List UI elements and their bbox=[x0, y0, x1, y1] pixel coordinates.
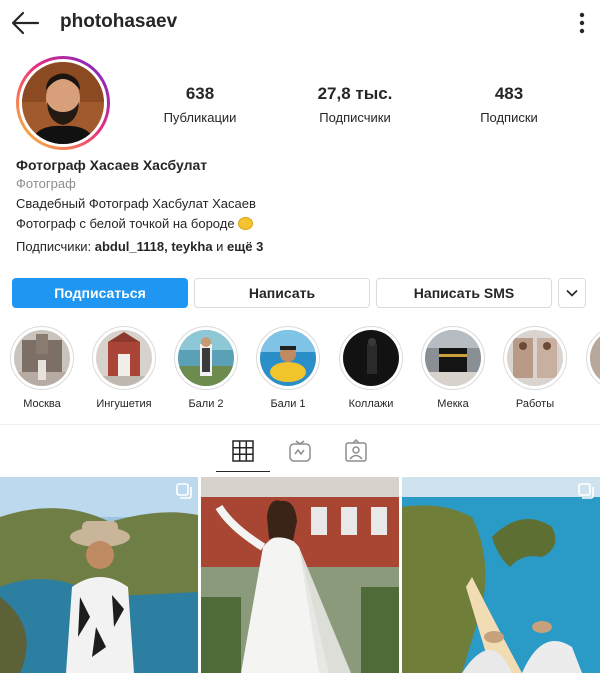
highlight-cover bbox=[425, 330, 481, 386]
chevron-down-icon bbox=[566, 289, 578, 297]
stat-posts-label: Публикации bbox=[163, 110, 237, 125]
avatar bbox=[22, 62, 104, 144]
highlight-cover bbox=[178, 330, 234, 386]
suggested-dropdown-button[interactable] bbox=[558, 278, 586, 308]
highlight-ring bbox=[586, 326, 600, 390]
post-thumbnail[interactable] bbox=[201, 477, 399, 673]
highlight-bali-1[interactable]: Бали 1 bbox=[256, 326, 320, 410]
highlight-bali-2[interactable]: Бали 2 bbox=[174, 326, 238, 410]
highlight-ring bbox=[174, 326, 238, 390]
post-thumbnail[interactable] bbox=[0, 477, 198, 673]
mutual-followers-names: abdul_1118, teykha bbox=[94, 239, 213, 254]
stat-following[interactable]: 483 Подписки bbox=[444, 84, 574, 125]
mutual-followers-and: и bbox=[212, 239, 228, 254]
stat-following-label: Подписки bbox=[480, 110, 538, 125]
tab-tagged[interactable] bbox=[329, 432, 383, 472]
grid-icon bbox=[232, 440, 254, 462]
post-thumbnail[interactable] bbox=[402, 477, 600, 673]
bio-line-2-text: Фотограф с белой точкой на бороде bbox=[16, 216, 235, 231]
highlight-ring bbox=[503, 326, 567, 390]
highlight-ingushetia[interactable]: Ингушетия bbox=[92, 326, 156, 410]
highlight-label: Работы bbox=[515, 398, 555, 410]
mutual-followers-more: ещё 3 bbox=[227, 239, 264, 254]
highlight-works[interactable]: Работы bbox=[503, 326, 567, 410]
story-ring[interactable] bbox=[16, 56, 110, 150]
sms-button[interactable]: Написать SMS bbox=[376, 278, 552, 308]
highlight-ring bbox=[92, 326, 156, 390]
post-image bbox=[0, 477, 198, 673]
avatar-frame bbox=[19, 59, 107, 147]
igtv-icon bbox=[289, 440, 311, 462]
highlight-cover bbox=[260, 330, 316, 386]
stat-posts-value: 638 bbox=[185, 84, 215, 103]
post-image bbox=[201, 477, 399, 673]
bio-line-2: Фотограф с белой точкой на бороде bbox=[16, 214, 586, 234]
profile-full-name: Фотограф Хасаев Хасбулат bbox=[16, 157, 208, 173]
bio-line-1: Свадебный Фотограф Хасбулат Хасаев bbox=[16, 196, 256, 211]
highlight-moscow[interactable]: Москва bbox=[10, 326, 74, 410]
highlight-cover bbox=[14, 330, 70, 386]
arrow-left-icon[interactable] bbox=[10, 10, 40, 36]
profile-category: Фотограф bbox=[16, 176, 76, 191]
profile-bio: Фотограф Хасаев Хасбулат Фотограф Свадеб… bbox=[16, 156, 586, 257]
highlight-ring bbox=[421, 326, 485, 390]
tagged-icon bbox=[345, 439, 367, 462]
tabs-divider bbox=[0, 424, 600, 425]
more-vertical-icon[interactable] bbox=[578, 12, 586, 34]
tab-igtv[interactable] bbox=[273, 432, 327, 472]
post-image bbox=[402, 477, 600, 673]
profile-username: photohasaev bbox=[60, 11, 178, 32]
highlight-cover bbox=[343, 330, 399, 386]
multiple-photos-icon bbox=[578, 483, 594, 499]
mutual-followers[interactable]: Подписчики: abdul_1118, teykha и ещё 3 bbox=[16, 237, 586, 257]
message-button[interactable]: Написать bbox=[194, 278, 370, 308]
mutual-followers-prefix: Подписчики: bbox=[16, 239, 95, 254]
highlight-ring bbox=[339, 326, 403, 390]
multiple-photos-icon bbox=[176, 483, 192, 499]
highlight-ring bbox=[10, 326, 74, 390]
stat-followers[interactable]: 27,8 тыс. Подписчики bbox=[290, 84, 420, 125]
stat-posts[interactable]: 638 Публикации bbox=[135, 84, 265, 125]
highlight-partial[interactable] bbox=[586, 326, 600, 390]
highlight-cover bbox=[507, 330, 563, 386]
highlight-cover bbox=[590, 330, 600, 386]
highlight-collages[interactable]: Коллажи bbox=[339, 326, 403, 410]
subscribe-button[interactable]: Подписаться bbox=[12, 278, 188, 308]
posts-grid bbox=[0, 477, 600, 673]
highlight-cover bbox=[96, 330, 152, 386]
top-bar: photohasaev bbox=[0, 0, 600, 48]
emoji-icon bbox=[237, 217, 253, 230]
highlight-mecca[interactable]: Мекка bbox=[421, 326, 485, 410]
stat-following-value: 483 bbox=[494, 84, 524, 103]
tab-grid[interactable] bbox=[216, 432, 270, 472]
stat-followers-label: Подписчики bbox=[319, 110, 391, 125]
stat-followers-value: 27,8 тыс. bbox=[317, 84, 393, 103]
highlight-ring bbox=[256, 326, 320, 390]
